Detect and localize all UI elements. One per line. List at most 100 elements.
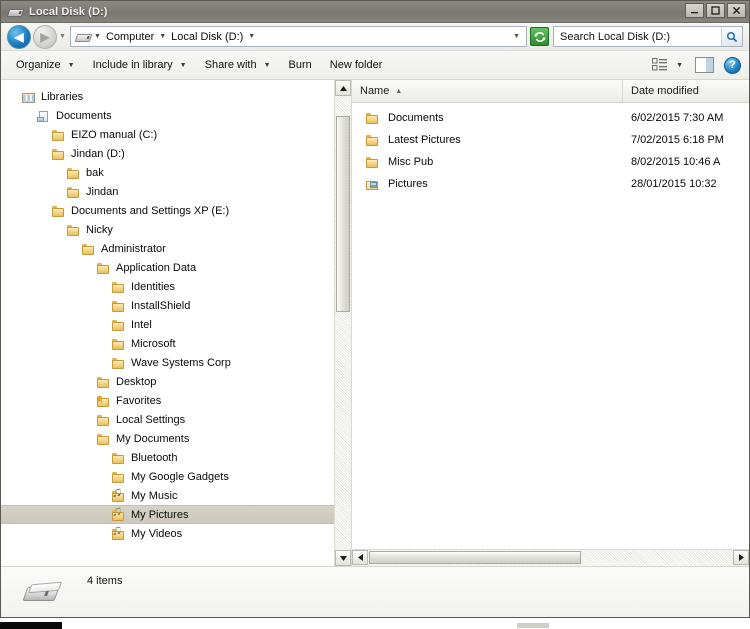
- file-list-row[interactable]: Misc Pub 8/02/2015 10:46 A: [352, 151, 749, 173]
- file-name-cell[interactable]: Misc Pub: [352, 155, 623, 169]
- breadcrumb-item-computer[interactable]: Computer: [104, 31, 156, 43]
- tree-item-label: InstallShield: [131, 299, 191, 312]
- file-icon: [365, 155, 381, 169]
- tree-item-icon: 🎜: [111, 526, 127, 541]
- organize-button[interactable]: Organize ▼: [7, 53, 84, 77]
- tree-item[interactable]: InstallShield: [1, 296, 351, 315]
- tree-item[interactable]: Desktop: [1, 372, 351, 391]
- tree-item-label: EIZO manual (C:): [71, 128, 158, 141]
- minimize-button[interactable]: [685, 3, 704, 18]
- breadcrumb-caret-computer[interactable]: ▼: [156, 33, 169, 40]
- file-name-label: Misc Pub: [388, 156, 434, 168]
- tree-item[interactable]: Libraries: [1, 87, 351, 106]
- tree-item-icon: [36, 109, 52, 123]
- tree-item[interactable]: My Documents: [1, 429, 351, 448]
- include-in-library-button[interactable]: Include in library ▼: [84, 53, 196, 77]
- tree-item[interactable]: Application Data: [1, 258, 351, 277]
- recent-pages-button[interactable]: ▼: [57, 33, 68, 40]
- refresh-icon: [534, 31, 545, 42]
- search-input[interactable]: Search Local Disk (D:): [554, 31, 721, 43]
- tree-item[interactable]: bak: [1, 163, 351, 182]
- tree-item[interactable]: Intel: [1, 315, 351, 334]
- tree-item-label: Favorites: [116, 394, 162, 407]
- forward-button[interactable]: ▶: [33, 24, 57, 49]
- breadcrumb[interactable]: ▼ Computer ▼ Local Disk (D:) ▼ ▼: [70, 26, 527, 47]
- address-dropdown-caret-icon[interactable]: ▼: [513, 33, 526, 40]
- file-list-row[interactable]: Pictures 28/01/2015 10:32: [352, 173, 749, 195]
- tree-item[interactable]: Administrator: [1, 239, 351, 258]
- tree-item-icon: [111, 337, 127, 351]
- tree-item[interactable]: Local Settings: [1, 410, 351, 429]
- search-icon[interactable]: [721, 27, 742, 46]
- tree-item[interactable]: Identities: [1, 277, 351, 296]
- refresh-button[interactable]: [530, 27, 549, 46]
- maximize-button[interactable]: [706, 3, 725, 18]
- tree-item-icon: [66, 166, 82, 180]
- nav-pane-scrollbar[interactable]: [334, 80, 351, 566]
- back-button[interactable]: ◀: [7, 24, 31, 49]
- file-name-cell[interactable]: Documents: [352, 111, 623, 125]
- folder-tree[interactable]: Libraries Documents EIZO manual (C:) Jindan…: [1, 80, 351, 566]
- file-date-cell: 28/01/2015 10:32: [631, 178, 717, 190]
- taskbar-button[interactable]: [517, 623, 549, 628]
- new-folder-button[interactable]: New folder: [321, 53, 392, 77]
- close-button[interactable]: [727, 3, 746, 18]
- tree-item[interactable]: Nicky: [1, 220, 351, 239]
- tree-item[interactable]: Wave Systems Corp: [1, 353, 351, 372]
- tree-item[interactable]: Jindan (D:): [1, 144, 351, 163]
- tree-item[interactable]: ★ Favorites: [1, 391, 351, 410]
- tree-item-label: My Pictures: [131, 508, 189, 521]
- tree-item[interactable]: Microsoft: [1, 334, 351, 353]
- scroll-up-button[interactable]: [335, 80, 351, 96]
- burn-label: Burn: [288, 59, 312, 71]
- scroll-left-button[interactable]: [352, 550, 368, 565]
- view-dropdown-button[interactable]: ▼: [668, 53, 693, 77]
- hscrollbar-thumb[interactable]: [369, 551, 581, 564]
- column-header-name[interactable]: Name ▲: [352, 80, 623, 102]
- tree-item-icon: [96, 432, 112, 446]
- share-with-button[interactable]: Share with ▼: [196, 53, 280, 77]
- burn-button[interactable]: Burn: [280, 53, 321, 77]
- search-box[interactable]: Search Local Disk (D:): [553, 26, 743, 47]
- taskbar-window-area[interactable]: [62, 622, 750, 629]
- preview-pane-icon[interactable]: [695, 57, 714, 73]
- tree-item[interactable]: 🎜 My Videos: [1, 524, 351, 543]
- file-icon: [365, 133, 381, 147]
- file-list-row[interactable]: Latest Pictures 7/02/2015 6:18 PM: [352, 129, 749, 151]
- tree-item-label: Nicky: [86, 223, 113, 236]
- breadcrumb-drive-icon: [74, 29, 93, 45]
- tree-item[interactable]: 🎜 My Pictures: [1, 505, 351, 524]
- address-bar: ◀ ▶ ▼ ▼ Computer ▼ Local Disk (D:) ▼ ▼ S…: [1, 23, 749, 51]
- tree-item[interactable]: 🎜 My Music: [1, 486, 351, 505]
- column-headers: Name ▲ Date modified: [352, 80, 749, 103]
- tree-item-label: Local Settings: [116, 413, 186, 426]
- tree-item-icon: [66, 185, 82, 199]
- tree-item[interactable]: Bluetooth: [1, 448, 351, 467]
- tree-item-label: My Videos: [131, 527, 183, 540]
- tree-item-icon: [51, 128, 67, 142]
- scrollbar-thumb[interactable]: [336, 116, 350, 312]
- column-header-date-modified[interactable]: Date modified: [623, 80, 749, 102]
- new-folder-label: New folder: [329, 59, 383, 71]
- help-button[interactable]: ?: [724, 56, 741, 74]
- scroll-right-button[interactable]: [733, 550, 749, 565]
- tree-item[interactable]: Documents and Settings XP (E:): [1, 201, 351, 220]
- file-list-hscrollbar[interactable]: [352, 549, 749, 566]
- column-header-date-label: Date modified: [631, 85, 699, 97]
- taskbar: [0, 622, 750, 629]
- file-list[interactable]: Documents 6/02/2015 7:30 AM Latest Picture…: [352, 103, 749, 549]
- tree-item[interactable]: Documents: [1, 106, 351, 125]
- file-name-cell[interactable]: Pictures: [352, 177, 623, 191]
- breadcrumb-caret-end[interactable]: ▼: [245, 33, 258, 40]
- breadcrumb-caret-root[interactable]: ▼: [91, 33, 104, 40]
- file-list-row[interactable]: Documents 6/02/2015 7:30 AM: [352, 107, 749, 129]
- sort-ascending-icon: ▲: [395, 87, 403, 95]
- tree-item[interactable]: EIZO manual (C:): [1, 125, 351, 144]
- tree-item-label: Documents: [56, 109, 112, 122]
- tree-item[interactable]: Jindan: [1, 182, 351, 201]
- scroll-down-button[interactable]: [335, 550, 351, 566]
- tree-item[interactable]: My Google Gadgets: [1, 467, 351, 486]
- breadcrumb-item-local-disk[interactable]: Local Disk (D:): [169, 31, 245, 43]
- view-list-icon[interactable]: [651, 57, 668, 73]
- file-name-cell[interactable]: Latest Pictures: [352, 133, 623, 147]
